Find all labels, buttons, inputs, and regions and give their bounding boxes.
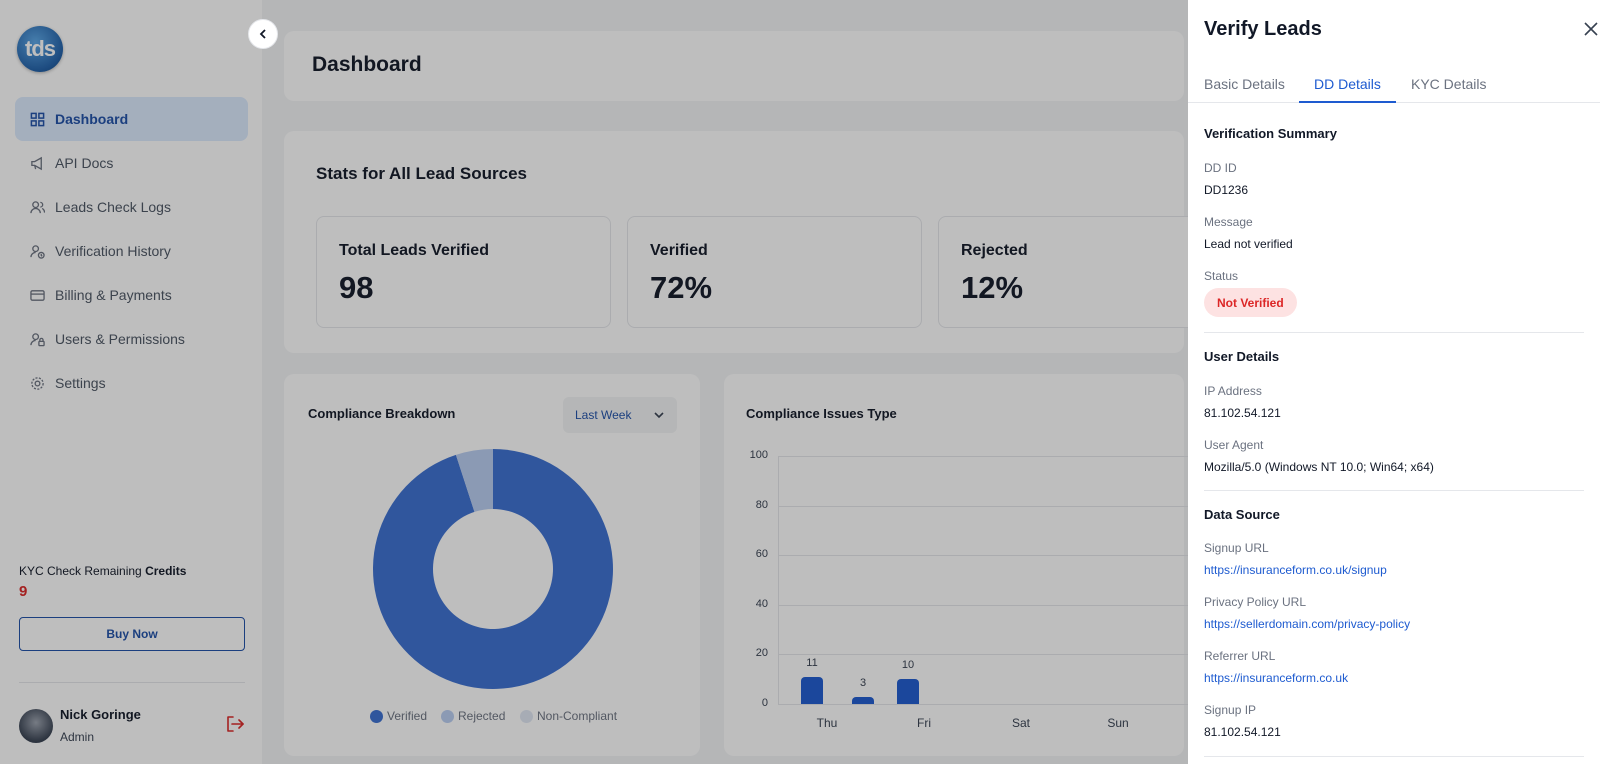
- active-tab-indicator: [1299, 101, 1396, 103]
- section-divider: [1204, 490, 1584, 491]
- user-agent-label: User Agent: [1204, 438, 1264, 452]
- collapse-sidebar-button[interactable]: [248, 19, 278, 49]
- tab-kyc-details[interactable]: KYC Details: [1411, 76, 1486, 92]
- chevron-left-icon: [259, 29, 266, 39]
- user-agent-value: Mozilla/5.0 (Windows NT 10.0; Win64; x64…: [1204, 460, 1434, 474]
- ip-address-label: IP Address: [1204, 384, 1262, 398]
- message-label: Message: [1204, 215, 1253, 229]
- tab-dd-details[interactable]: DD Details: [1314, 76, 1381, 92]
- verification-summary-title: Verification Summary: [1204, 126, 1337, 141]
- tab-basic-details[interactable]: Basic Details: [1204, 76, 1285, 92]
- signup-url-link[interactable]: https://insuranceform.co.uk/signup: [1204, 563, 1387, 577]
- ip-address-value: 81.102.54.121: [1204, 406, 1281, 420]
- verify-leads-drawer: Verify Leads Basic Details DD Details KY…: [1188, 0, 1600, 764]
- status-badge: Not Verified: [1204, 288, 1297, 317]
- message-value: Lead not verified: [1204, 237, 1293, 251]
- privacy-url-label: Privacy Policy URL: [1204, 595, 1307, 609]
- dd-id-label: DD ID: [1204, 161, 1237, 175]
- referrer-url-label: Referrer URL: [1204, 649, 1276, 663]
- modal-backdrop[interactable]: [0, 0, 1188, 764]
- data-source-title: Data Source: [1204, 507, 1280, 522]
- privacy-url-link[interactable]: https://sellerdomain.com/privacy-policy: [1204, 617, 1410, 631]
- tabs: Basic Details DD Details KYC Details: [1188, 70, 1600, 103]
- section-divider: [1204, 332, 1584, 333]
- user-details-title: User Details: [1204, 349, 1280, 364]
- signup-ip-label: Signup IP: [1204, 703, 1257, 717]
- close-icon[interactable]: [1584, 22, 1598, 36]
- status-label: Status: [1204, 269, 1239, 283]
- section-divider: [1204, 756, 1584, 757]
- drawer-title: Verify Leads: [1204, 18, 1322, 40]
- dd-id-value: DD1236: [1204, 183, 1249, 197]
- signup-url-label: Signup URL: [1204, 541, 1269, 555]
- signup-ip-value: 81.102.54.121: [1204, 725, 1281, 739]
- referrer-url-link[interactable]: https://insuranceform.co.uk: [1204, 671, 1348, 685]
